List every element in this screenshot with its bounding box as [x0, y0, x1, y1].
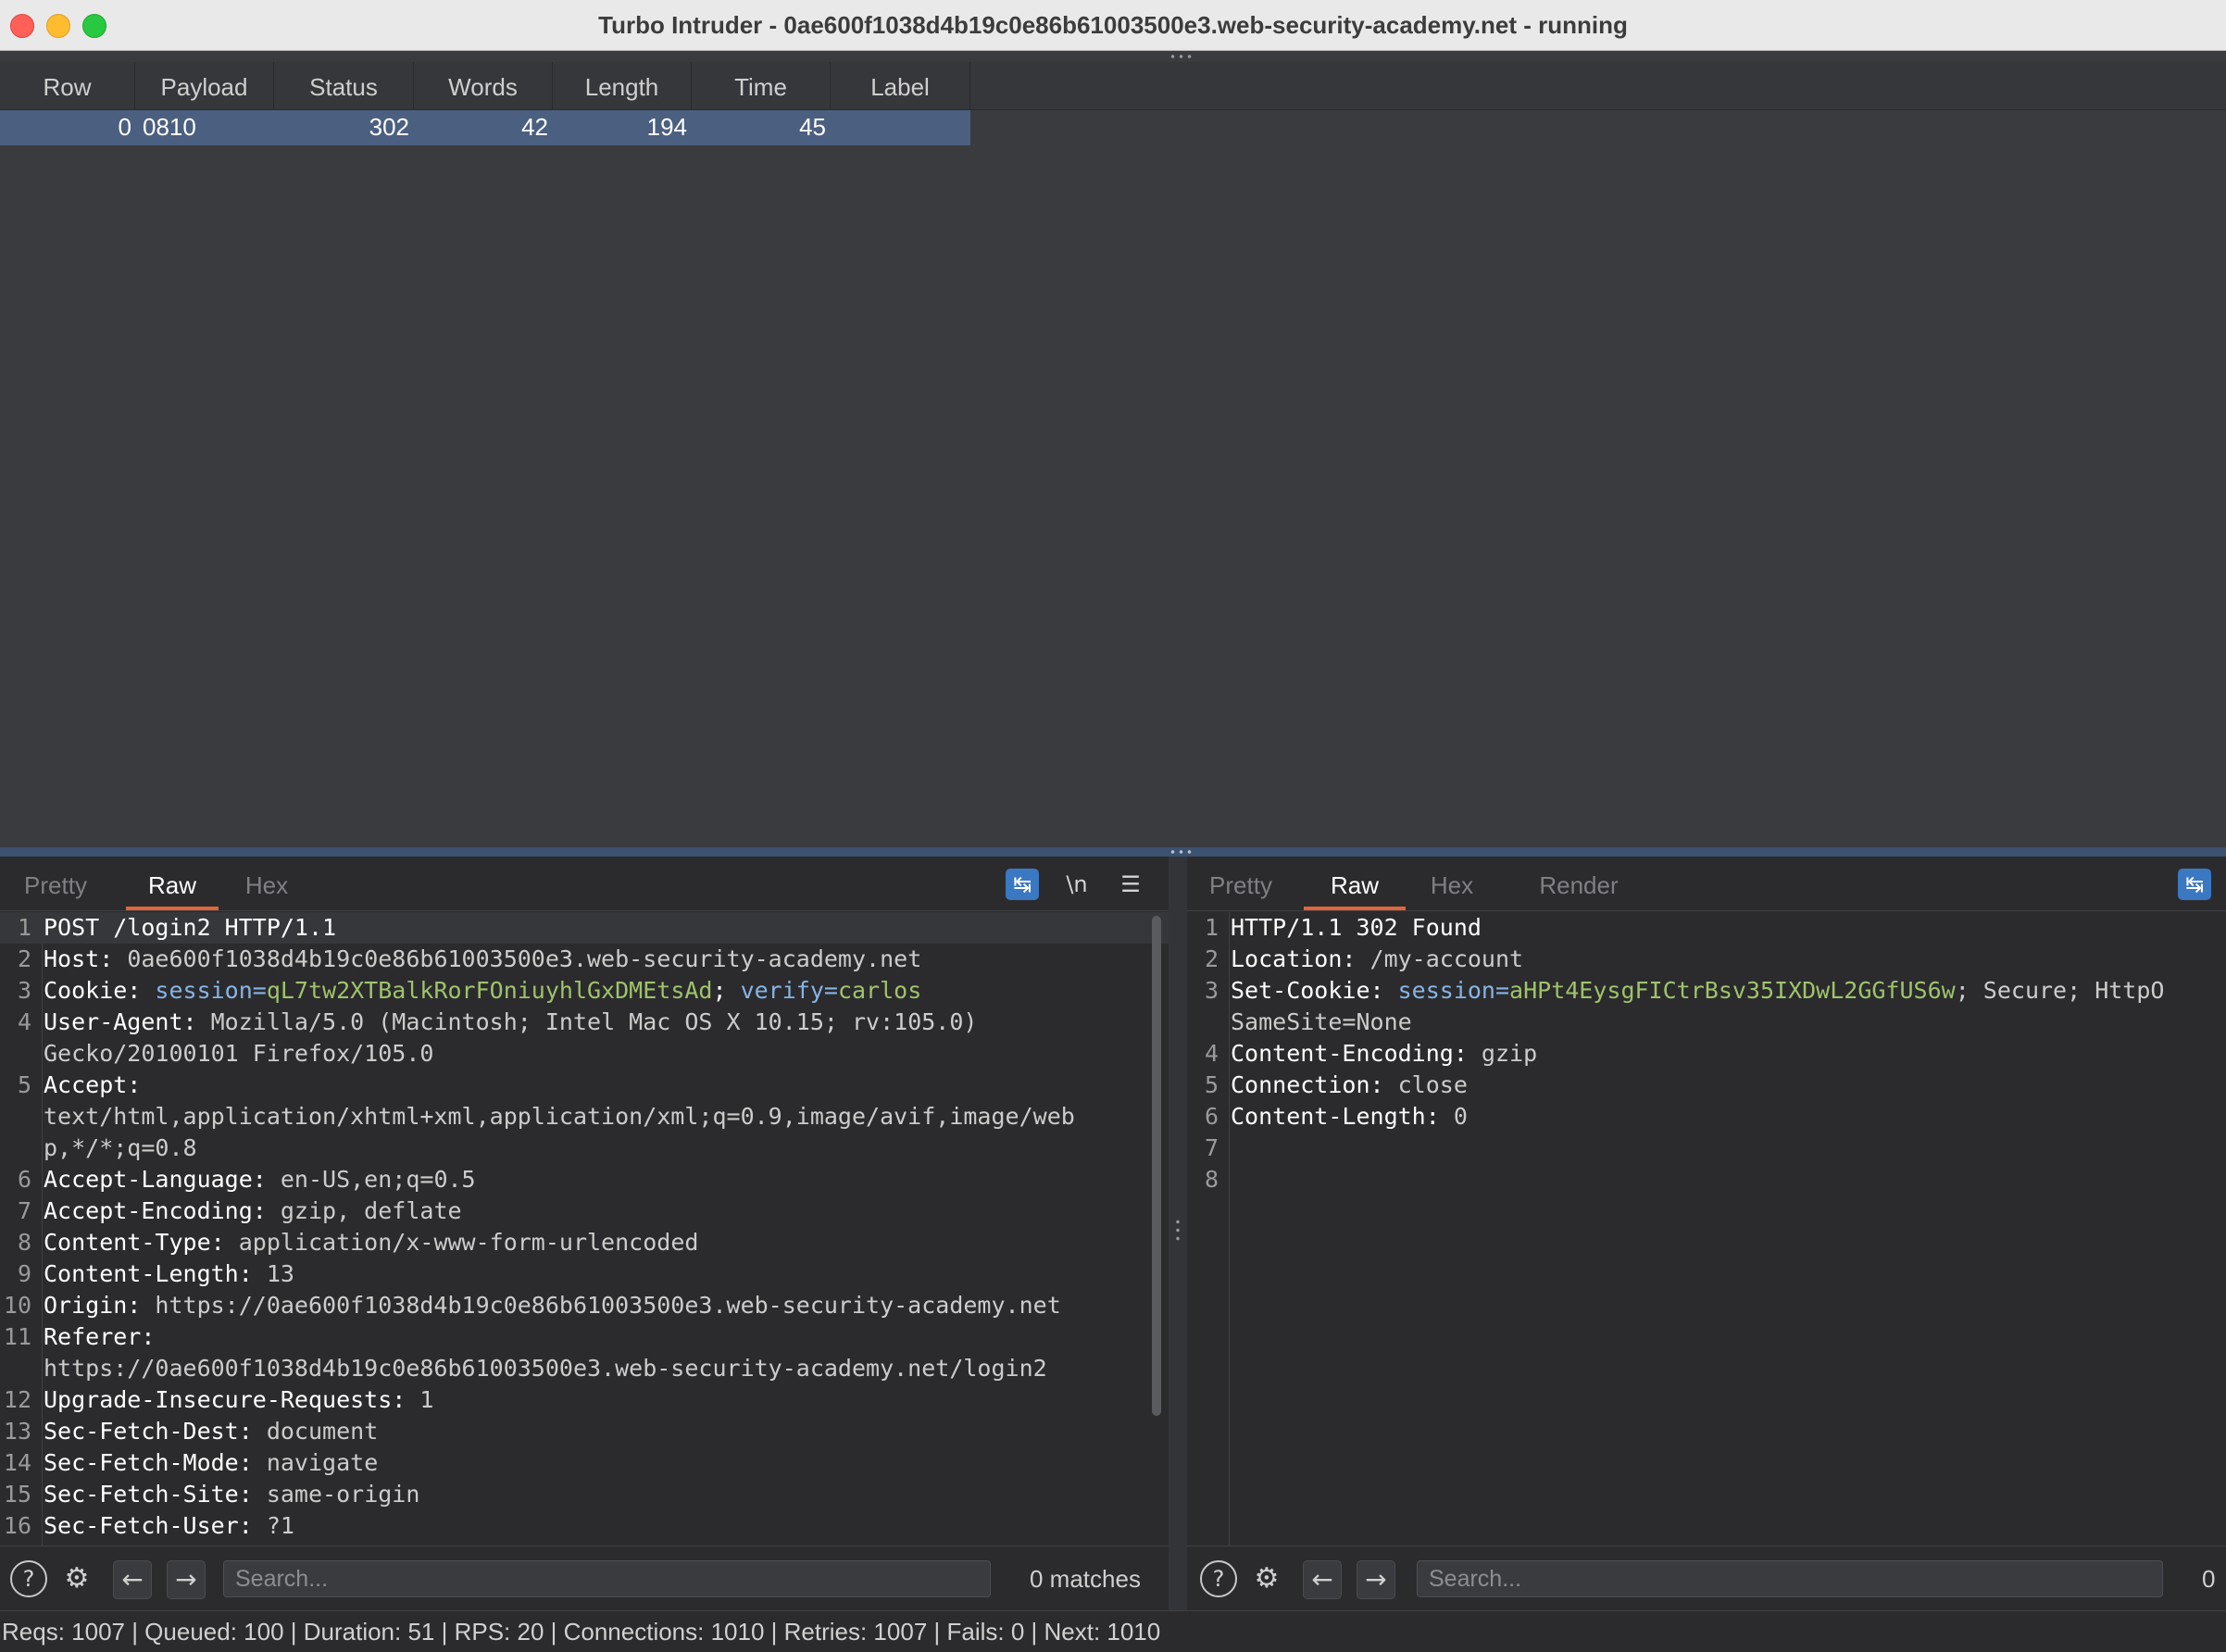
response-search-input[interactable] — [1417, 1560, 2163, 1597]
window-title: Turbo Intruder - 0ae600f1038d4b19c0e86b6… — [598, 11, 1628, 39]
tab-raw[interactable]: Raw — [126, 857, 219, 910]
tab-render[interactable]: Render — [1528, 857, 1630, 910]
column-header-payload[interactable]: Payload — [135, 62, 274, 109]
response-editor[interactable]: 1 HTTP/1.1 302 Found 2 Location: /my-accou… — [1187, 912, 2226, 1546]
code-line: 6 Content-Length: 0 — [1204, 1103, 1468, 1130]
column-header-length[interactable]: Length — [553, 62, 692, 109]
cell-status: 302 — [369, 113, 409, 141]
vertical-splitter[interactable] — [1169, 857, 1187, 1610]
splitter-grip-icon — [1169, 850, 1194, 854]
show-newlines-toggle[interactable]: \n — [1060, 869, 1094, 900]
code-line: 8 Content-Type: application/x-www-form-ur… — [17, 1229, 699, 1256]
request-editor[interactable]: 1 POST /login2 HTTP/1.1 2 Host: 0ae600f103… — [0, 912, 1169, 1546]
tab-hex[interactable]: Hex — [237, 857, 296, 910]
code-line: 4 Content-Encoding: gzip — [1204, 1040, 1538, 1067]
request-pane: Pretty Raw Hex ↹ \n ☰ 1 POST /login2 HTTP… — [0, 857, 1169, 1611]
code-line: 9 Content-Length: 13 — [17, 1260, 294, 1287]
arrow-left-icon[interactable]: ← — [113, 1560, 152, 1599]
tab-hex[interactable]: Hex — [1422, 857, 1482, 910]
match-count: 0 matches — [1030, 1565, 1141, 1593]
splitter-grip-icon — [1169, 55, 1194, 58]
tab-raw[interactable]: Raw — [1304, 857, 1406, 910]
code-line: p,*/*;q=0.8 — [44, 1134, 197, 1161]
tab-pretty[interactable]: Pretty — [1200, 857, 1282, 910]
code-line: 15 Sec-Fetch-Site: same-origin — [3, 1481, 420, 1508]
hamburger-menu-icon[interactable]: ☰ — [1114, 869, 1147, 900]
gear-icon[interactable]: ⚙ — [58, 1560, 95, 1597]
status-bar: Reqs: 1007 | Queued: 100 | Duration: 51 … — [0, 1610, 2226, 1651]
arrow-right-icon[interactable]: → — [167, 1560, 206, 1599]
code-line: 11 Referer: — [3, 1323, 156, 1350]
column-header-status[interactable]: Status — [274, 62, 414, 109]
request-tabs: Pretty Raw Hex ↹ \n ☰ — [0, 857, 1169, 911]
code-line: 7 — [1204, 1134, 1219, 1161]
cell-label — [831, 110, 965, 145]
help-icon[interactable]: ? — [1200, 1560, 1237, 1597]
tab-pretty[interactable]: Pretty — [15, 857, 96, 910]
code-line: Gecko/20100101 Firefox/105.0 — [44, 1040, 434, 1067]
top-splitter[interactable] — [0, 51, 2226, 62]
request-scrollbar[interactable] — [1152, 916, 1161, 1416]
results-table-header: Row Payload Status Words Length Time Lab… — [0, 62, 2226, 110]
code-line: 6 Accept-Language: en-US,en;q=0.5 — [17, 1166, 476, 1193]
middle-splitter[interactable] — [0, 847, 2226, 857]
code-line: 16 Sec-Fetch-User: ?1 — [3, 1512, 294, 1539]
response-pane: Pretty Raw Hex Render ↹ 1 HTTP/1.1 302 Fo… — [1187, 857, 2226, 1611]
response-searchbar: ? ⚙ ← → 0 — [1187, 1546, 2226, 1611]
code-line: text/html,application/xhtml+xml,applicat… — [44, 1103, 1075, 1130]
column-header-label[interactable]: Label — [831, 62, 970, 109]
gear-icon[interactable]: ⚙ — [1248, 1560, 1285, 1597]
code-line: 1 HTTP/1.1 302 Found — [1204, 914, 1482, 941]
code-line: 5 Accept: — [17, 1071, 142, 1098]
code-line: 10 Origin: https://0ae600f1038d4b19c0e86b… — [3, 1292, 1061, 1319]
cell-length: 194 — [646, 113, 687, 141]
cell-time: 45 — [799, 113, 826, 141]
request-searchbar: ? ⚙ ← → 0 matches — [0, 1546, 1169, 1611]
results-table: Row Payload Status Words Length Time Lab… — [0, 62, 2226, 847]
code-line: 3 Set-Cookie: session=aHPt4EysgFICtrBsv35… — [1204, 977, 2165, 1004]
code-line: 1 POST /login2 HTTP/1.1 — [0, 912, 1169, 944]
splitter-grip-icon — [1176, 1218, 1180, 1244]
arrow-left-icon[interactable]: ← — [1303, 1560, 1342, 1599]
column-header-words[interactable]: Words — [414, 62, 553, 109]
cell-row: 0 — [118, 113, 131, 141]
column-header-row[interactable]: Row — [0, 62, 135, 109]
code-line: 2 Host: 0ae600f1038d4b19c0e86b61003500e3.… — [17, 945, 922, 972]
cell-payload: 0810 — [143, 113, 196, 141]
wrap-lines-icon[interactable]: ↹ — [2178, 869, 2211, 900]
wrap-lines-icon[interactable]: ↹ — [1006, 869, 1039, 900]
window-titlebar: Turbo Intruder - 0ae600f1038d4b19c0e86b6… — [0, 0, 2226, 51]
code-line: https://0ae600f1038d4b19c0e86b61003500e3… — [44, 1355, 1047, 1382]
code-line: SameSite=None — [1231, 1008, 1412, 1035]
code-line: 14 Sec-Fetch-Mode: navigate — [3, 1449, 379, 1476]
code-line: 4 User-Agent: Mozilla/5.0 (Macintosh; Int… — [17, 1008, 978, 1035]
request-search-input[interactable] — [223, 1560, 991, 1597]
match-count: 0 — [2202, 1565, 2216, 1593]
code-line: 5 Connection: close — [1204, 1071, 1468, 1098]
code-line: 2 Location: /my-account — [1204, 945, 1524, 972]
code-line: 8 — [1204, 1166, 1219, 1193]
code-line: 13 Sec-Fetch-Dest: document — [3, 1418, 379, 1445]
code-line: 3 Cookie: session=qL7tw2XTBalkRorFOniuyhl… — [17, 977, 922, 1004]
table-row[interactable]: 0 0810 302 42 194 45 — [0, 110, 970, 145]
code-line: 7 Accept-Encoding: gzip, deflate — [17, 1197, 462, 1224]
code-line: 12 Upgrade-Insecure-Requests: 1 — [3, 1386, 434, 1413]
column-header-time[interactable]: Time — [692, 62, 831, 109]
response-tabs: Pretty Raw Hex Render ↹ — [1187, 857, 2226, 911]
arrow-right-icon[interactable]: → — [1357, 1560, 1395, 1599]
help-icon[interactable]: ? — [10, 1560, 47, 1597]
cell-words: 42 — [521, 113, 548, 141]
